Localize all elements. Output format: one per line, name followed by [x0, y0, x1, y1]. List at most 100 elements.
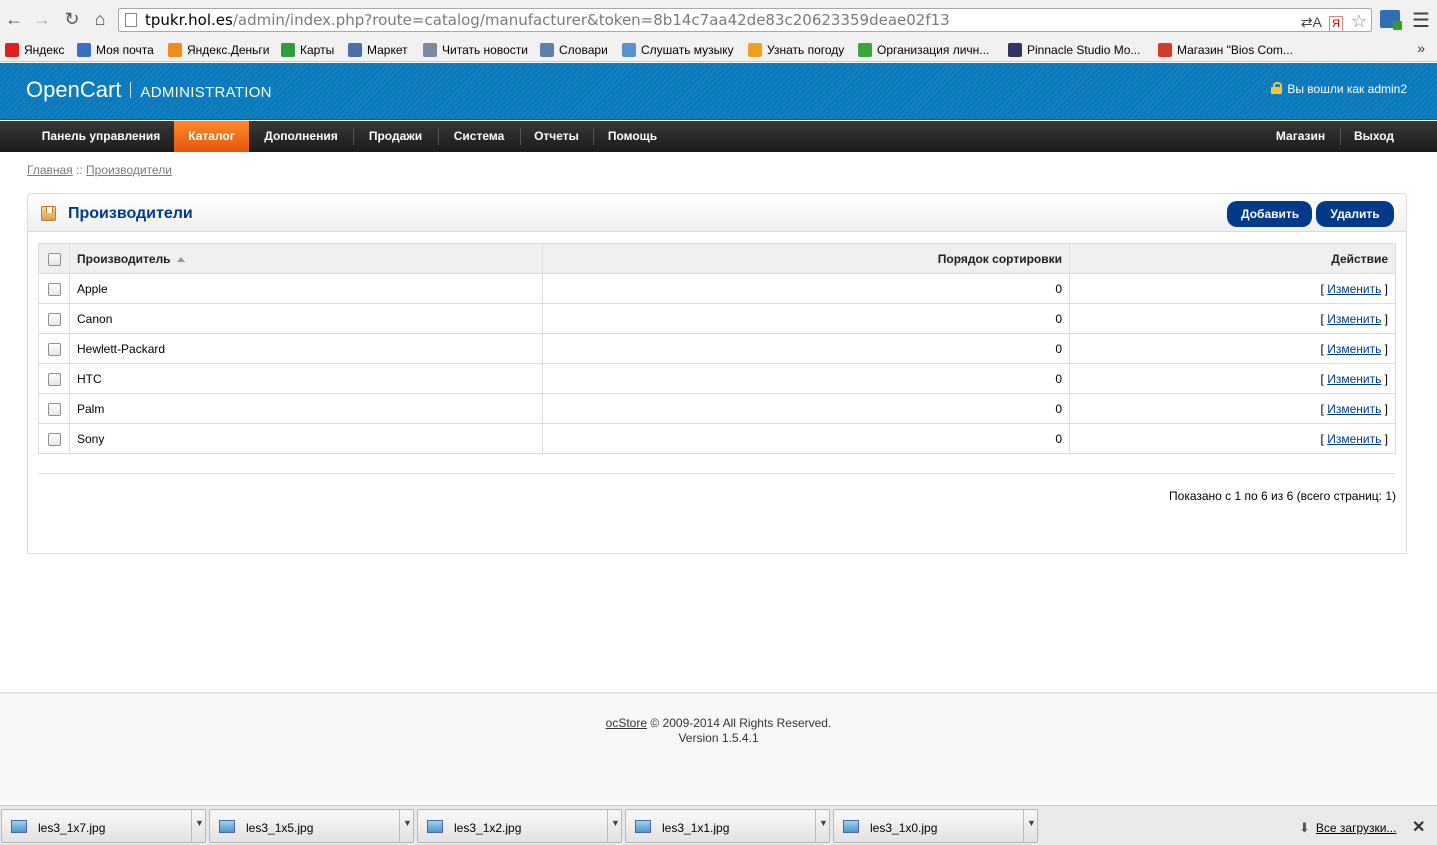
bracket-close: ] — [1381, 281, 1388, 296]
menu-logout[interactable]: Выход — [1342, 121, 1406, 152]
page-icon — [125, 13, 137, 27]
bookmark-item[interactable]: Узнать погоду — [748, 41, 844, 59]
bracket-close: ] — [1381, 311, 1388, 326]
logo-text: OpenCart — [26, 77, 122, 102]
edit-link[interactable]: Изменить — [1327, 342, 1381, 356]
back-arrow-icon[interactable]: ← — [3, 8, 25, 30]
browser-menu-icon[interactable]: ☰ — [1412, 8, 1430, 33]
bookmark-item[interactable]: Слушать музыку — [622, 41, 734, 59]
bookmarks-overflow-button[interactable]: » — [1417, 40, 1425, 56]
sort-order-value: 0 — [542, 273, 1070, 304]
menu-store[interactable]: Магазин — [1263, 121, 1338, 152]
address-bar[interactable]: tpukr.hol.es/admin/index.php?route=catal… — [118, 8, 1372, 32]
bookmark-item[interactable]: Читать новости — [423, 41, 528, 59]
download-item[interactable]: les3_1x7.jpg ▼ — [1, 809, 206, 843]
action-cell: [ Изменить ] — [1069, 363, 1396, 394]
manufacturers-panel: Производители Добавить Удалить Производи… — [27, 193, 1407, 554]
main-menu: Панель управления Каталог Дополнения Про… — [0, 121, 1437, 152]
row-checkbox[interactable] — [47, 282, 61, 296]
logged-in-user: Вы вошли как admin2 — [1271, 82, 1407, 96]
bookmark-item[interactable]: Pinnacle Studio Mo... — [1008, 41, 1140, 59]
reload-icon[interactable]: ↻ — [61, 8, 83, 30]
file-image-icon — [635, 820, 651, 833]
opencart-logo[interactable]: OpenCart ADMINISTRATION — [26, 77, 272, 106]
close-download-bar-icon[interactable]: ✕ — [1412, 817, 1425, 837]
translate-icon[interactable]: ⇄A — [1301, 14, 1321, 30]
menu-extensions[interactable]: Дополнения — [251, 121, 351, 152]
download-item[interactable]: les3_1x5.jpg ▼ — [209, 809, 414, 843]
chevron-down-icon[interactable]: ▼ — [819, 818, 828, 828]
add-button[interactable]: Добавить — [1227, 201, 1312, 227]
sort-asc-icon — [176, 256, 185, 262]
table-row: Canon 0[ Изменить ] — [38, 303, 1396, 334]
bookmark-item[interactable]: Магазин "Bios Com... — [1158, 41, 1293, 59]
bookmark-label: Магазин "Bios Com... — [1177, 43, 1293, 57]
menu-system[interactable]: Система — [440, 121, 518, 152]
menu-help[interactable]: Помощь — [595, 121, 670, 152]
admin-header: OpenCart ADMINISTRATION Вы вошли как admi… — [0, 63, 1437, 120]
edit-link[interactable]: Изменить — [1327, 372, 1381, 386]
chevron-down-icon[interactable]: ▼ — [1027, 818, 1036, 828]
menu-dashboard[interactable]: Панель управления — [30, 121, 172, 152]
bookmark-label: Моя почта — [96, 43, 154, 57]
manufacturer-name: Hewlett-Packard — [69, 333, 543, 364]
forward-arrow-icon[interactable]: → — [31, 8, 53, 30]
bookmark-label: Организация личн... — [877, 43, 990, 57]
chevron-down-icon[interactable]: ▼ — [195, 818, 204, 828]
chevron-down-icon[interactable]: ▼ — [403, 818, 412, 828]
manufacturer-name: Canon — [69, 303, 543, 334]
bookmark-item[interactable]: Организация личн... — [858, 41, 989, 59]
bookmark-star-icon[interactable]: ☆ — [1351, 11, 1367, 31]
delete-button[interactable]: Удалить — [1316, 201, 1394, 227]
bookmark-label: Словари — [559, 43, 608, 57]
sort-order-value: 0 — [542, 393, 1070, 424]
column-header-name[interactable]: Производитель — [69, 243, 543, 274]
bookmark-label: Маркет — [367, 43, 408, 57]
all-downloads-label: Все загрузки... — [1315, 821, 1397, 835]
bookmark-item[interactable]: Яндекс — [5, 41, 64, 59]
manufacturer-name: Sony — [69, 423, 543, 454]
menu-sales[interactable]: Продажи — [355, 121, 436, 152]
column-header-action: Действие — [1069, 243, 1396, 274]
bookmark-item[interactable]: Маркет — [348, 41, 408, 59]
row-checkbox[interactable] — [47, 402, 61, 416]
row-checkbox[interactable] — [47, 372, 61, 386]
download-item[interactable]: les3_1x0.jpg ▼ — [833, 809, 1038, 843]
address-url[interactable]: tpukr.hol.es/admin/index.php?route=catal… — [145, 12, 950, 29]
edit-link[interactable]: Изменить — [1327, 282, 1381, 296]
breadcrumb-current[interactable]: Производители — [86, 163, 172, 177]
edit-link[interactable]: Изменить — [1327, 402, 1381, 416]
shop-icon — [1158, 43, 1172, 57]
bookmark-item[interactable]: Словари — [540, 41, 608, 59]
breadcrumb-home[interactable]: Главная — [27, 163, 73, 177]
all-downloads-link[interactable]: ⬇ Все загрузки... — [1299, 820, 1396, 836]
footer-copyright: ocStore © 2009-2014 All Rights Reserved. — [0, 716, 1437, 730]
edit-link[interactable]: Изменить — [1327, 312, 1381, 326]
footer-ocstore-link[interactable]: ocStore — [606, 716, 647, 730]
breadcrumb-separator: :: — [72, 163, 87, 177]
bookmark-item[interactable]: Яндекс.Деньги — [168, 41, 269, 59]
menu-catalog[interactable]: Каталог — [174, 121, 249, 152]
extension-icon[interactable] — [1380, 10, 1402, 30]
home-icon[interactable]: ⌂ — [89, 8, 111, 30]
bookmark-item[interactable]: Моя почта — [77, 41, 154, 59]
manufacturer-name: Palm — [69, 393, 543, 424]
row-checkbox[interactable] — [47, 432, 61, 446]
row-checkbox[interactable] — [47, 312, 61, 326]
yandex-icon[interactable]: Я — [1329, 16, 1343, 32]
bookmark-item[interactable]: Карты — [281, 41, 334, 59]
chevron-down-icon[interactable]: ▼ — [611, 818, 620, 828]
download-filename: les3_1x0.jpg — [870, 821, 938, 835]
row-checkbox[interactable] — [47, 342, 61, 356]
select-all-checkbox[interactable] — [47, 252, 61, 266]
table-header-row: Производитель Порядок сортировки Действи… — [38, 243, 1396, 274]
pagination-results: Показано с 1 по 6 из 6 (всего страниц: 1… — [1169, 489, 1396, 503]
download-item[interactable]: les3_1x2.jpg ▼ — [417, 809, 622, 843]
edit-link[interactable]: Изменить — [1327, 432, 1381, 446]
column-header-sort-order[interactable]: Порядок сортировки — [542, 243, 1070, 274]
panel-heading: Производители Добавить Удалить — [28, 194, 1406, 232]
download-item[interactable]: les3_1x1.jpg ▼ — [625, 809, 830, 843]
menu-reports[interactable]: Отчеты — [522, 121, 591, 152]
url-path: /admin/index.php?route=catalog/manufactu… — [232, 11, 950, 29]
bookmarks-bar: » Яндекс Моя почта Яндекс.Деньги Карты Марке… — [0, 38, 1437, 62]
